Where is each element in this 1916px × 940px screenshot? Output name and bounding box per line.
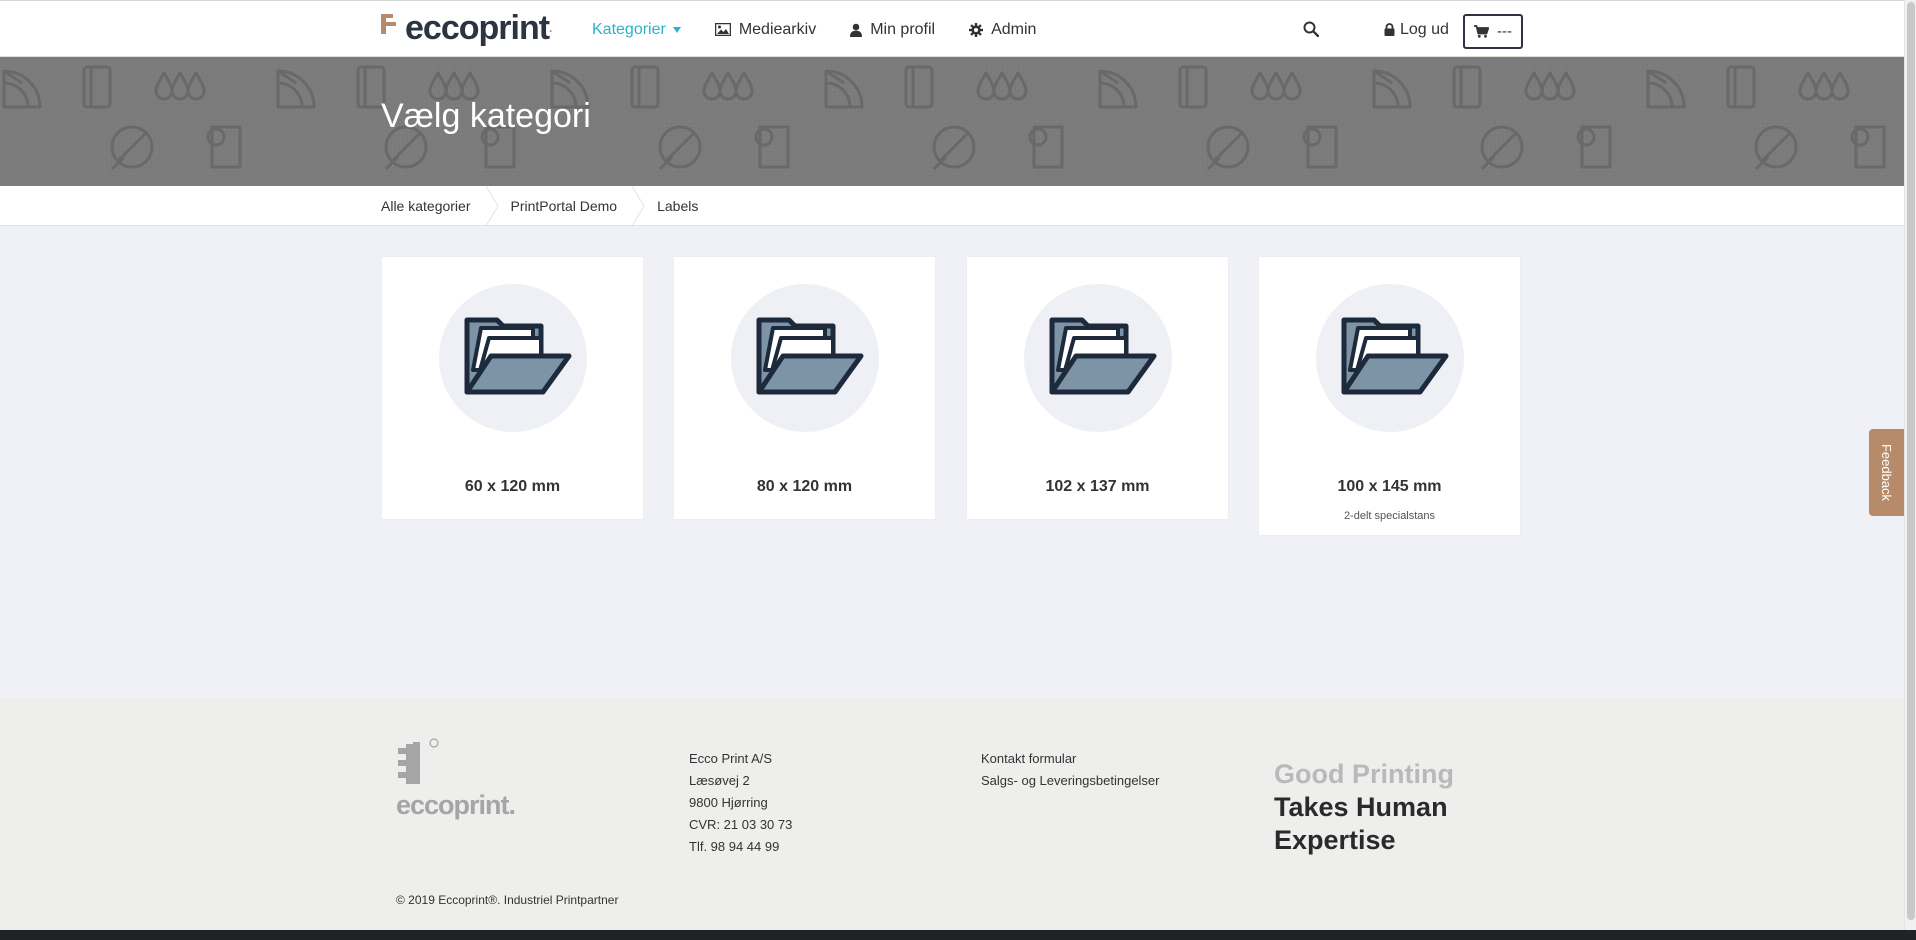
- address-line: Tlf. 98 94 44 99: [689, 839, 780, 854]
- logo-mark-icon: [398, 738, 439, 784]
- folder-open-icon: [756, 317, 864, 395]
- breadcrumb-label: PrintPortal Demo: [510, 198, 618, 214]
- nav-item-label: Mediearkiv: [738, 20, 817, 38]
- eccoprint-logo[interactable]: eccoprint.: [381, 8, 553, 48]
- footer-address: Ecco Print A/S Læsøvej 2 9800 Hjørring C…: [689, 748, 792, 858]
- search-button[interactable]: [1303, 21, 1321, 39]
- folder-open-icon: [1341, 317, 1449, 395]
- breadcrumb: Alle kategorier PrintPortal Demo Labels: [0, 186, 1904, 226]
- tagline-line: Takes Human: [1274, 792, 1448, 822]
- main-nav: Kategorier Mediearkiv Min profil Admin: [592, 1, 1070, 58]
- footer-links: Kontakt formular Salgs- og Leveringsbeti…: [981, 748, 1160, 792]
- footer-link-kontakt[interactable]: Kontakt formular: [981, 748, 1160, 770]
- nav-item-min-profil[interactable]: Min profil: [850, 21, 935, 39]
- logo-wordmark: eccoprint.: [405, 9, 553, 47]
- category-title: 102 x 137 mm: [1045, 478, 1150, 495]
- cart-icon: [1474, 25, 1489, 38]
- category-title: 80 x 120 mm: [756, 478, 853, 495]
- nav-item-admin[interactable]: Admin: [969, 21, 1036, 39]
- feedback-tab[interactable]: Feedback: [1869, 429, 1904, 516]
- footer-link-betingelser[interactable]: Salgs- og Leveringsbetingelser: [981, 770, 1160, 792]
- hero-banner: Vælg kategori: [0, 57, 1904, 186]
- nav-item-label: Admin: [991, 20, 1037, 38]
- category-card[interactable]: 80 x 120 mm: [673, 256, 936, 520]
- tagline-line: Good Printing: [1274, 759, 1454, 789]
- lock-icon: [1384, 23, 1395, 36]
- category-title: 60 x 120 mm: [464, 478, 561, 495]
- copyright: © 2019 Eccoprint®. Industriel Printpartn…: [396, 893, 619, 907]
- gear-icon: [969, 22, 984, 37]
- category-card[interactable]: 60 x 120 mm: [381, 256, 644, 520]
- address-line: Læsøvej 2: [689, 773, 750, 788]
- site-header: eccoprint. Kategorier Mediearkiv Min pro…: [0, 0, 1904, 57]
- image-icon: [714, 23, 731, 36]
- nav-item-label: Kategorier: [592, 20, 666, 38]
- category-card[interactable]: 102 x 137 mm: [966, 256, 1229, 520]
- nav-item-mediearkiv[interactable]: Mediearkiv: [714, 20, 817, 39]
- folder-open-icon: [1049, 317, 1157, 395]
- category-card[interactable]: 100 x 145 mm 2-delt specialstans: [1258, 256, 1521, 536]
- address-line: 9800 Hjørring: [689, 795, 768, 810]
- os-taskbar: [0, 930, 1916, 940]
- page: eccoprint. Kategorier Mediearkiv Min pro…: [0, 0, 1904, 930]
- breadcrumb-item-labels[interactable]: Labels: [657, 186, 738, 226]
- tagline-line: Expertise: [1274, 825, 1396, 855]
- address-line: CVR: 21 03 30 73: [689, 817, 793, 832]
- logout-link[interactable]: Log ud: [1384, 1, 1449, 58]
- breadcrumb-item-printportal-demo[interactable]: PrintPortal Demo: [511, 186, 658, 226]
- site-footer: eccoprint. Ecco Print A/S Læsøvej 2 9800…: [0, 698, 1904, 930]
- logout-label: Log ud: [1400, 20, 1449, 38]
- search-icon: [1303, 21, 1320, 38]
- chevron-right-icon: [485, 186, 499, 226]
- footer-logo[interactable]: eccoprint.: [396, 738, 516, 820]
- footer-tagline: Good Printing Takes Human Expertise: [1274, 758, 1454, 857]
- print-pattern-background: [0, 57, 1904, 186]
- address-line: Ecco Print A/S: [689, 751, 773, 766]
- caret-down-icon: [672, 26, 681, 33]
- footer-logo-wordmark: eccoprint.: [396, 790, 516, 820]
- chevron-right-icon: [631, 186, 645, 226]
- cart-button[interactable]: ---: [1463, 14, 1523, 49]
- breadcrumb-label: Alle kategorier: [381, 198, 471, 214]
- folder-open-icon: [464, 317, 572, 395]
- breadcrumb-item-alle-kategorier[interactable]: Alle kategorier: [381, 186, 511, 226]
- vertical-scrollbar[interactable]: [1904, 0, 1916, 930]
- page-title: Vælg kategori: [381, 97, 591, 135]
- nav-item-kategorier[interactable]: Kategorier: [592, 21, 681, 39]
- cart-label: ---: [1497, 23, 1512, 40]
- category-subtitle: 2-delt specialstans: [1343, 510, 1436, 522]
- nav-item-label: Min profil: [870, 20, 936, 38]
- feedback-label: Feedback: [1879, 443, 1894, 502]
- breadcrumb-label: Labels: [657, 198, 699, 214]
- category-title: 100 x 145 mm: [1337, 478, 1442, 495]
- user-icon: [850, 23, 863, 37]
- scrollbar-thumb[interactable]: [1907, 2, 1915, 920]
- logo-mark-icon: [381, 14, 401, 48]
